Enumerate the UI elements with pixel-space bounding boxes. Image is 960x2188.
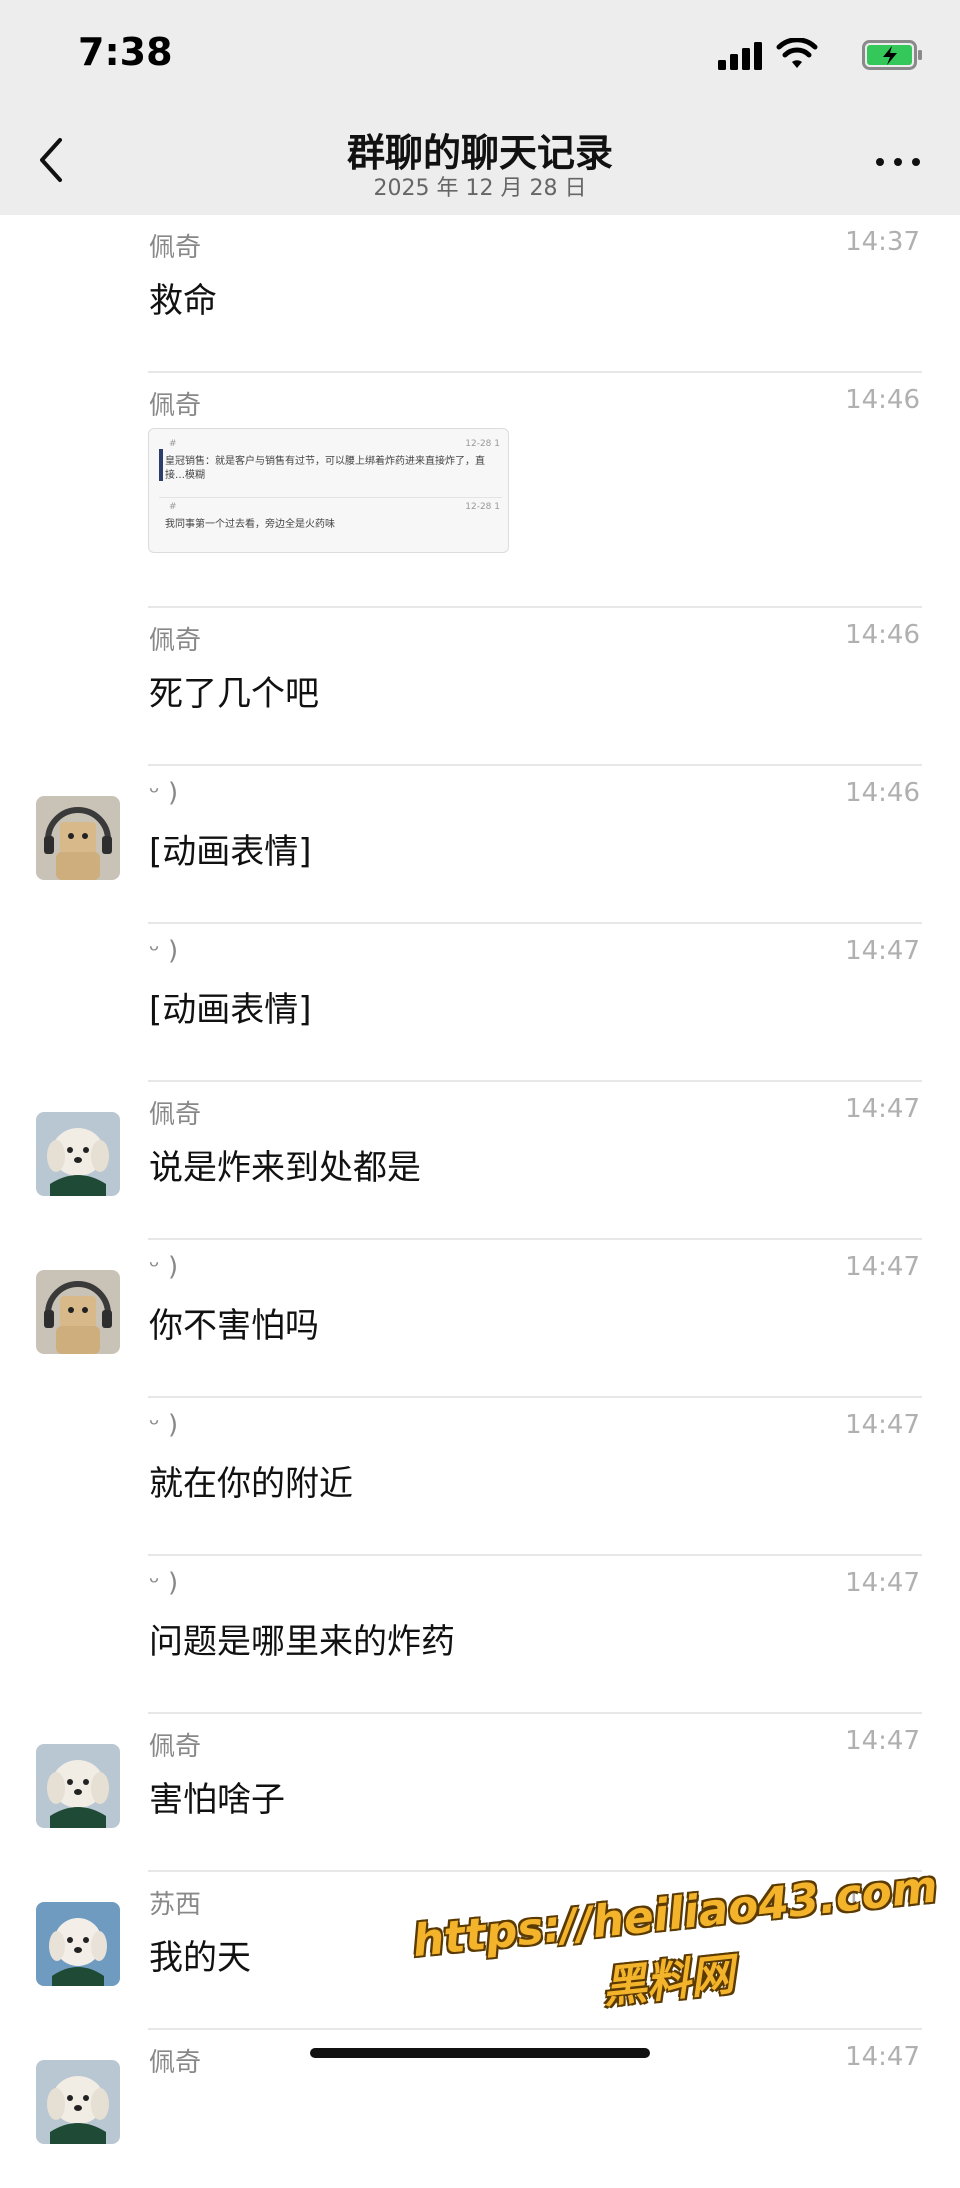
dog-avatar-icon [36,2060,120,2144]
sender-name: ᵕ ) [149,778,179,808]
cellular-signal-icon [718,42,762,70]
page-subtitle-date: 2025 年 12 月 28 日 [373,176,587,201]
message-item[interactable]: ᵕ ) 14:46 [动画表情] [0,766,960,924]
message-time: 14:37 [845,227,920,257]
thumbnail-entry: # 12-28 1 皇冠销售：就是客户与销售有过节，可以腰上绑着炸药进来直接炸了… [159,435,502,489]
wifi-icon [776,38,818,68]
dog-avatar-icon [36,1744,120,1828]
sender-name: ᵕ ) [149,1410,179,1440]
battery-charging-icon [862,40,922,70]
message-item[interactable]: 佩奇 14:37 救命 [0,215,960,373]
dog-avatar-icon [36,1902,120,1986]
image-thumbnail[interactable]: # 12-28 1 皇冠销售：就是客户与销售有过节，可以腰上绑着炸药进来直接炸了… [148,428,509,553]
more-dot-icon [912,158,920,166]
message-text: 问题是哪里来的炸药 [149,1622,455,1662]
message-item[interactable]: 佩奇 14:47 说是炸来到处都是 [0,1082,960,1240]
home-indicator[interactable] [310,2048,650,2058]
message-text: 你不害怕吗 [149,1306,319,1346]
message-text: 说是炸来到处都是 [149,1148,421,1188]
message-time: 14:46 [845,778,920,808]
sender-name: 佩奇 [149,233,202,263]
message-time: 14:47 [845,936,920,966]
avatar-dog[interactable] [36,1902,120,1986]
sender-name: 佩奇 [149,391,202,421]
message-item[interactable]: ᵕ ) 14:47 [动画表情] [0,924,960,1082]
avatar-dog[interactable] [36,1744,120,1828]
thumbnail-date: 12-28 1 [465,502,500,512]
message-item[interactable]: 佩奇 14:46 死了几个吧 [0,608,960,766]
thumbnail-date: 12-28 1 [465,439,500,449]
message-time: 14:47 [845,2042,920,2072]
message-text: 我的天 [149,1938,251,1978]
dog-avatar-icon [36,1112,120,1196]
thumbnail-text: 我同事第一个过去看，旁边全是火药味 [165,519,335,530]
thumbnail-text: 皇冠销售：就是客户与销售有过节，可以腰上绑着炸药进来直接炸了，直接…模糊 [165,456,485,481]
message-time: 14:47 [845,1252,920,1282]
more-dot-icon [876,158,884,166]
message-text: 死了几个吧 [149,674,319,714]
avatar-dog[interactable] [36,1112,120,1196]
message-time: 14:46 [845,620,920,650]
message-text: 害怕啥子 [149,1780,285,1820]
sender-name: 苏西 [149,1890,202,1920]
thumbnail-hash: # [169,502,177,512]
sender-name: 佩奇 [149,2048,202,2078]
avatar-dog[interactable] [36,2060,120,2144]
sender-name: 佩奇 [149,626,202,656]
avatar-bear[interactable] [36,1270,120,1354]
top-bar: 7:38 群聊的聊天记录 2025 年 12 月 28 日 [0,0,960,215]
sender-name: ᵕ ) [149,1252,179,1282]
thumbnail-entry: # 12-28 1 我同事第一个过去看，旁边全是火药味 [159,497,502,552]
message-item[interactable]: ᵕ ) 14:47 你不害怕吗 [0,1240,960,1398]
message-text: [动画表情] [149,990,312,1030]
avatar-bear[interactable] [36,796,120,880]
page-title: 群聊的聊天记录 [346,131,613,175]
message-text: [动画表情] [149,832,312,872]
more-options-button[interactable] [874,140,924,180]
sender-name: ᵕ ) [149,1568,179,1598]
thumbnail-hash: # [169,439,177,449]
bear-avatar-icon [36,796,120,880]
more-dot-icon [894,158,902,166]
sender-name: 佩奇 [149,1732,202,1762]
message-item[interactable]: ᵕ ) 14:47 就在你的附近 [0,1398,960,1556]
thumbnail-avatar-strip [159,449,163,481]
message-text: 就在你的附近 [149,1464,353,1504]
bear-avatar-icon [36,1270,120,1354]
message-time: 14:47 [845,1726,920,1756]
message-text: 救命 [149,281,217,321]
status-time: 7:38 [78,30,173,74]
sender-name: ᵕ ) [149,936,179,966]
message-time: 14:47 [845,1410,920,1440]
message-item[interactable]: ᵕ ) 14:47 问题是哪里来的炸药 [0,1556,960,1714]
message-item[interactable]: 佩奇 14:47 害怕啥子 [0,1714,960,1872]
sender-name: 佩奇 [149,1100,202,1130]
message-time: 14:47 [845,1094,920,1124]
message-time: 14:46 [845,385,920,415]
message-time: 14:47 [845,1568,920,1598]
